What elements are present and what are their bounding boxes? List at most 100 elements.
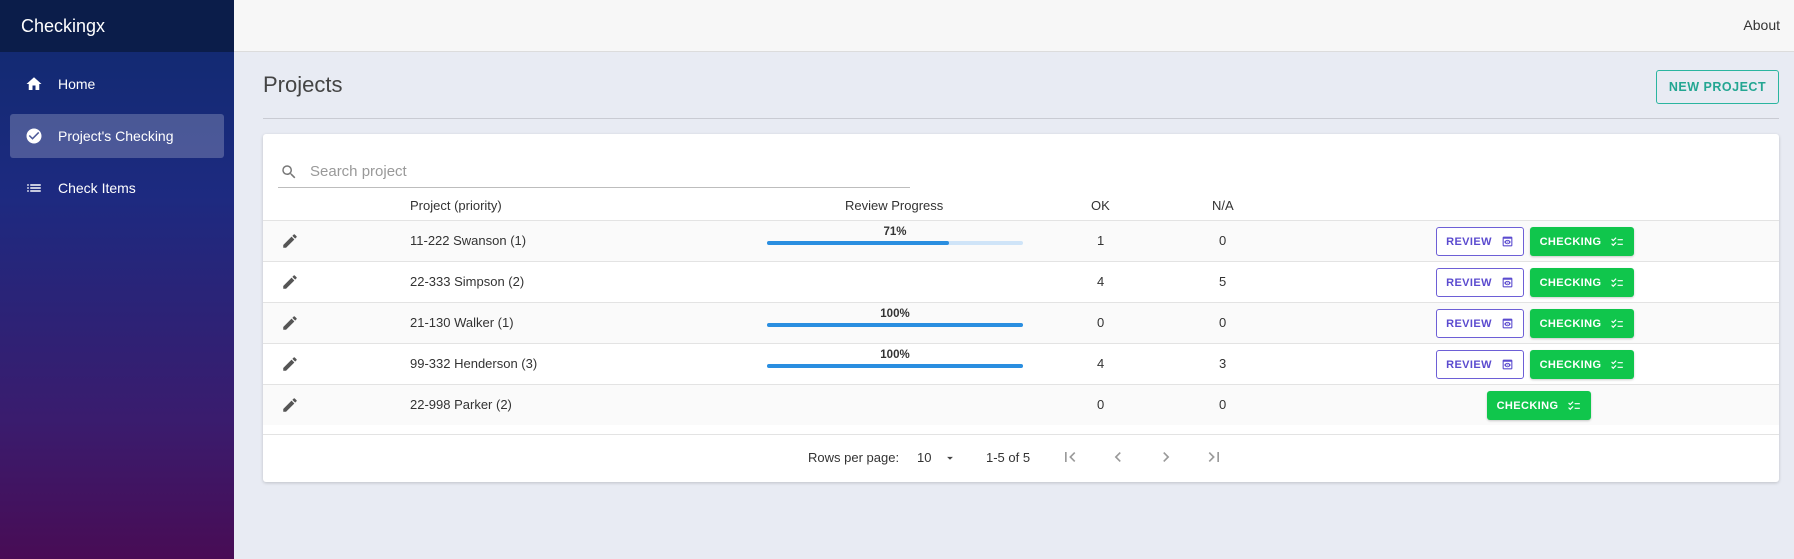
- table-row: 99-332 Henderson (3) 100% 4 3 REVIEW CHE…: [263, 343, 1779, 384]
- caret-down-icon: [947, 456, 954, 460]
- checking-button[interactable]: CHECKING: [1530, 227, 1634, 256]
- edit-icon[interactable]: [281, 232, 299, 250]
- rows-per-page-select[interactable]: 10: [917, 450, 957, 465]
- checklist-icon: [1611, 318, 1624, 328]
- checking-button[interactable]: CHECKING: [1530, 309, 1634, 338]
- edit-icon[interactable]: [281, 396, 299, 414]
- checking-button-label: CHECKING: [1496, 399, 1559, 412]
- sidebar: Checkingx Home Project's Checking Check …: [0, 0, 234, 559]
- sidebar-item-label: Home: [58, 76, 96, 92]
- table-row: 22-998 Parker (2) 0 0 CHECKING: [263, 384, 1779, 425]
- project-name[interactable]: 11-222 Swanson (1): [410, 233, 526, 248]
- new-project-button[interactable]: NEW PROJECT: [1656, 70, 1779, 104]
- na-count: 5: [1219, 274, 1227, 289]
- divider: [263, 118, 1779, 119]
- na-count: 0: [1219, 233, 1227, 248]
- progress-fill: [767, 323, 1023, 327]
- review-progress: 100%: [767, 308, 1023, 328]
- table-row: 11-222 Swanson (1) 71% 1 0 REVIEW CHECKI…: [263, 220, 1779, 261]
- progress-track: [767, 364, 1023, 368]
- project-name[interactable]: 99-332 Henderson (3): [410, 356, 537, 371]
- search-input[interactable]: [310, 163, 900, 180]
- na-count: 3: [1219, 356, 1227, 371]
- sidebar-item-check-items[interactable]: Check Items: [10, 166, 224, 210]
- review-progress: 100%: [767, 349, 1023, 369]
- search-bar: [278, 156, 910, 188]
- na-count: 0: [1219, 315, 1227, 330]
- eye-icon: [1502, 277, 1513, 288]
- progress-track: [767, 323, 1023, 327]
- review-button-label: REVIEW: [1446, 358, 1492, 371]
- progress-percent: 100%: [880, 349, 910, 361]
- progress-track: [767, 241, 1023, 245]
- review-button[interactable]: REVIEW: [1436, 309, 1524, 338]
- app-title: Checkingx: [0, 0, 234, 52]
- last-page-icon[interactable]: [1204, 447, 1226, 469]
- review-button[interactable]: REVIEW: [1436, 350, 1524, 379]
- column-header-na[interactable]: N/A: [1212, 198, 1234, 213]
- ok-count: 4: [1097, 274, 1105, 289]
- table-row: 21-130 Walker (1) 100% 0 0 REVIEW CHECKI…: [263, 302, 1779, 343]
- sidebar-item-label: Check Items: [58, 180, 136, 196]
- sidebar-item-label: Project's Checking: [58, 128, 174, 144]
- review-button-label: REVIEW: [1446, 235, 1492, 248]
- checklist-icon: [1568, 400, 1581, 410]
- checking-button[interactable]: CHECKING: [1487, 391, 1591, 420]
- progress-percent: 100%: [880, 308, 910, 320]
- table-header: Project (priority) Review Progress OK N/…: [263, 190, 1779, 220]
- sidebar-nav: Home Project's Checking Check Items: [0, 52, 234, 210]
- checklist-icon: [1611, 359, 1624, 369]
- about-link[interactable]: About: [1743, 17, 1780, 33]
- review-progress: 71%: [767, 226, 1023, 246]
- edit-icon[interactable]: [281, 273, 299, 291]
- eye-icon: [1502, 236, 1513, 247]
- ok-count: 0: [1097, 315, 1105, 330]
- edit-icon[interactable]: [281, 355, 299, 373]
- project-name[interactable]: 21-130 Walker (1): [410, 315, 514, 330]
- check-circle-icon: [24, 126, 44, 146]
- rows-per-page-label: Rows per page:: [808, 450, 900, 465]
- table-row: 22-333 Simpson (2) 4 5 REVIEW CHECKING: [263, 261, 1779, 302]
- checking-button-label: CHECKING: [1539, 276, 1602, 289]
- review-button-label: REVIEW: [1446, 276, 1492, 289]
- rows-per-page-value: 10: [917, 450, 932, 465]
- projects-table-card: Project (priority) Review Progress OK N/…: [263, 134, 1779, 482]
- next-page-icon[interactable]: [1156, 447, 1178, 469]
- column-header-review-progress[interactable]: Review Progress: [845, 198, 943, 213]
- top-bar: About: [234, 0, 1794, 52]
- checking-button[interactable]: CHECKING: [1530, 350, 1634, 379]
- checklist-icon: [1611, 277, 1624, 287]
- project-name[interactable]: 22-998 Parker (2): [410, 397, 512, 412]
- progress-fill: [767, 364, 1023, 368]
- ok-count: 4: [1097, 356, 1105, 371]
- ok-count: 1: [1097, 233, 1105, 248]
- eye-icon: [1502, 359, 1513, 370]
- table-pagination: Rows per page: 10 1-5 of 5: [263, 434, 1779, 482]
- review-button-label: REVIEW: [1446, 317, 1492, 330]
- ok-count: 0: [1097, 397, 1105, 412]
- checking-button-label: CHECKING: [1539, 235, 1602, 248]
- edit-icon[interactable]: [281, 314, 299, 332]
- page-title: Projects: [263, 72, 343, 97]
- search-icon: [282, 164, 296, 178]
- progress-percent: 71%: [883, 226, 907, 238]
- checking-button-label: CHECKING: [1539, 317, 1602, 330]
- column-header-project[interactable]: Project (priority): [410, 198, 502, 213]
- progress-fill: [767, 241, 949, 245]
- checking-button-label: CHECKING: [1539, 358, 1602, 371]
- first-page-icon[interactable]: [1060, 447, 1082, 469]
- project-name[interactable]: 22-333 Simpson (2): [410, 274, 524, 289]
- checking-button[interactable]: CHECKING: [1530, 268, 1634, 297]
- list-icon: [24, 178, 44, 198]
- column-header-ok[interactable]: OK: [1091, 198, 1110, 213]
- sidebar-item-projects-checking[interactable]: Project's Checking: [10, 114, 224, 158]
- eye-icon: [1502, 318, 1513, 329]
- home-icon: [24, 74, 44, 94]
- checklist-icon: [1611, 236, 1624, 246]
- previous-page-icon[interactable]: [1108, 447, 1130, 469]
- review-button[interactable]: REVIEW: [1436, 227, 1524, 256]
- review-button[interactable]: REVIEW: [1436, 268, 1524, 297]
- na-count: 0: [1219, 397, 1227, 412]
- pagination-range: 1-5 of 5: [986, 450, 1031, 465]
- sidebar-item-home[interactable]: Home: [10, 62, 224, 106]
